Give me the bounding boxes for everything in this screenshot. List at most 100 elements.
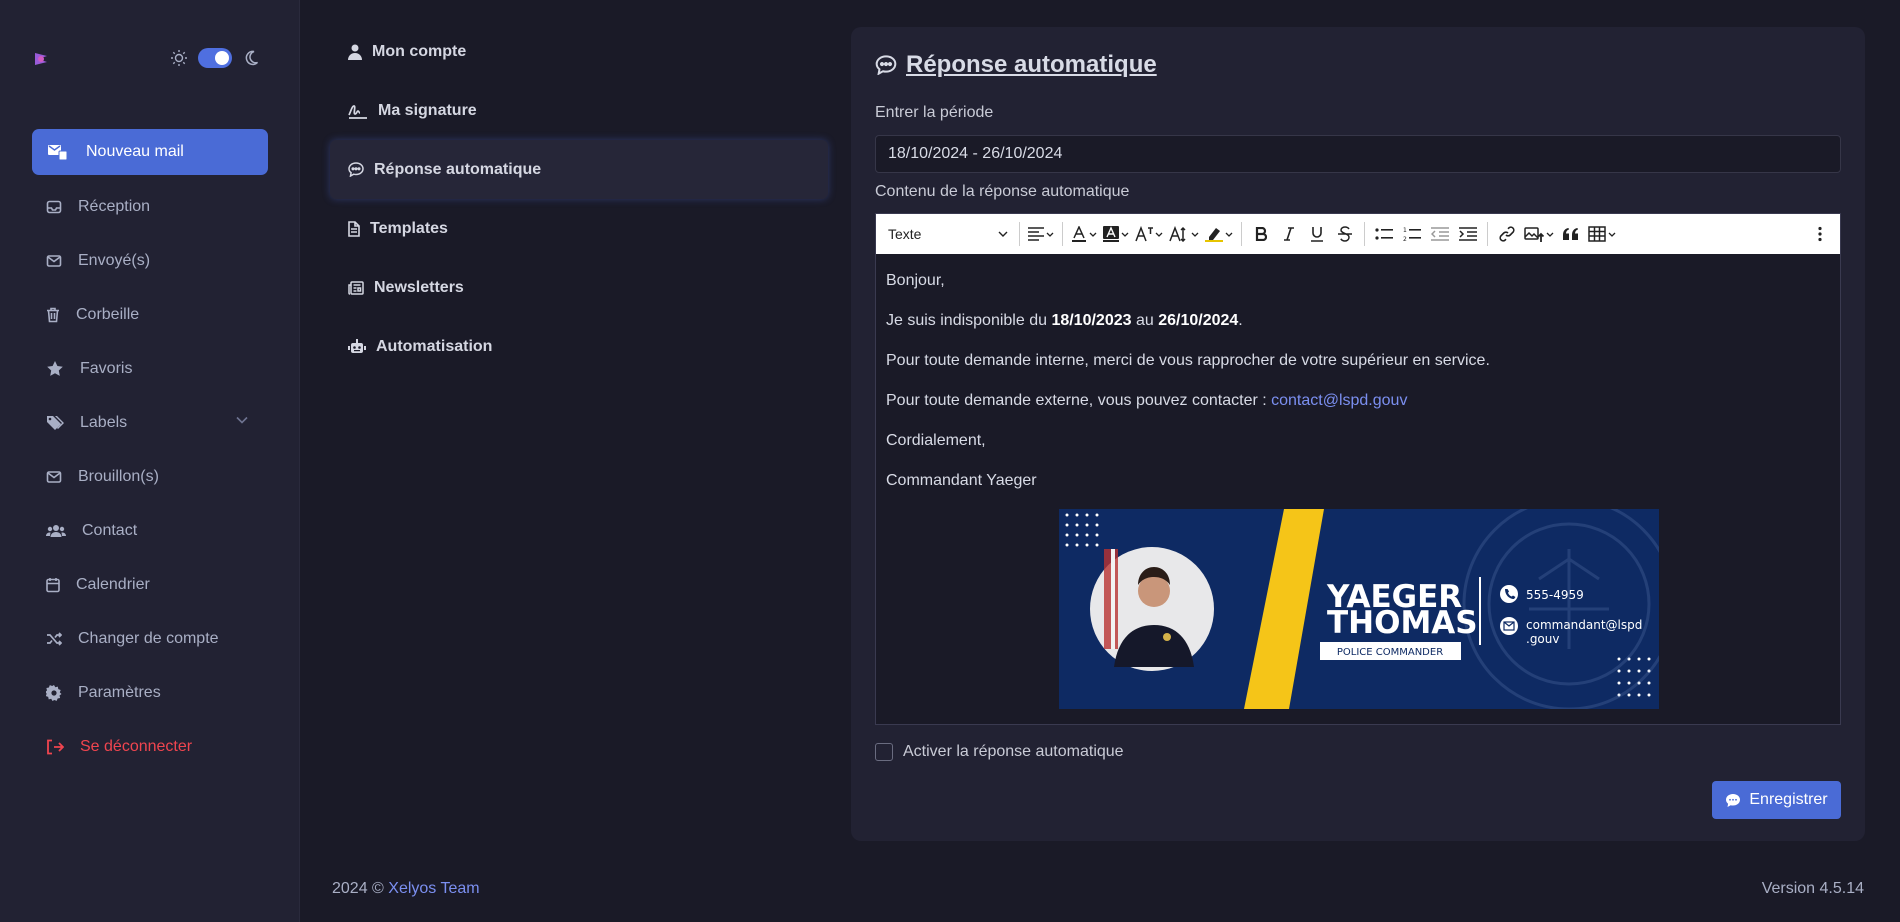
- link-button[interactable]: [1493, 219, 1521, 249]
- bullet-list-button[interactable]: [1370, 219, 1398, 249]
- underline-icon: [1311, 226, 1323, 242]
- underline-button[interactable]: [1303, 219, 1331, 249]
- phone-icon: [1500, 585, 1518, 603]
- sidebar-item-calendar[interactable]: Calendrier: [32, 558, 268, 612]
- sidebar-item-sent[interactable]: Envoyé(s): [32, 234, 268, 288]
- star-icon: [46, 360, 64, 378]
- sidebar-item-label: Envoyé(s): [78, 252, 151, 269]
- highlight-button[interactable]: [1202, 219, 1236, 249]
- svg-text:1: 1: [1403, 227, 1407, 234]
- sidebar-item-favorites[interactable]: Favoris: [32, 342, 268, 396]
- menu-item-account[interactable]: Mon compte: [330, 22, 828, 81]
- users-icon: [46, 523, 66, 539]
- contact-email-link[interactable]: contact@lspd.gouv: [1271, 392, 1407, 409]
- menu-item-label: Réponse automatique: [374, 160, 542, 178]
- sidebar-item-logout[interactable]: Se déconnecter: [32, 720, 268, 774]
- shuffle-icon: [46, 632, 62, 646]
- image-upload-icon: [1524, 226, 1544, 242]
- signature-email-line1: commandant@lspd: [1526, 618, 1642, 632]
- bullet-list-icon: [1375, 227, 1393, 241]
- menu-item-automation[interactable]: Automatisation: [330, 317, 828, 376]
- sidebar-item-drafts[interactable]: Brouillon(s): [32, 450, 268, 504]
- comment-icon: [875, 55, 897, 75]
- team-link[interactable]: Xelyos Team: [388, 880, 479, 897]
- save-button[interactable]: Enregistrer: [1712, 781, 1841, 819]
- toolbar-divider: [1062, 222, 1063, 246]
- align-button[interactable]: [1025, 219, 1057, 249]
- insert-image-button[interactable]: [1521, 219, 1557, 249]
- rich-text-editor: Texte 1 2 Bonjour, Je suis indisponible …: [875, 213, 1841, 725]
- blockquote-button[interactable]: [1557, 219, 1585, 249]
- insert-table-button[interactable]: [1585, 219, 1619, 249]
- sidebar-item-inbox[interactable]: Réception: [32, 180, 268, 234]
- quote-icon: [1563, 228, 1579, 240]
- strikethrough-button[interactable]: [1331, 219, 1359, 249]
- font-size-button[interactable]: [1166, 219, 1202, 249]
- sidebar-item-label: Corbeille: [76, 306, 140, 323]
- auto-reply-card: Réponse automatique Entrer la période Co…: [851, 27, 1865, 841]
- content-label: Contenu de la réponse automatique: [875, 183, 1130, 200]
- chevron-down-icon: [1046, 232, 1054, 237]
- gear-icon: [46, 685, 62, 701]
- sidebar-item-trash[interactable]: Corbeille: [32, 288, 268, 342]
- sidebar-item-settings[interactable]: Paramètres: [32, 666, 268, 720]
- numbered-list-button[interactable]: 12: [1398, 219, 1426, 249]
- menu-item-templates[interactable]: Templates: [330, 199, 828, 258]
- new-mail-button[interactable]: Nouveau mail: [32, 129, 268, 175]
- more-vertical-icon: [1818, 226, 1822, 242]
- indent-button[interactable]: [1454, 219, 1482, 249]
- activate-auto-reply-checkbox[interactable]: [875, 743, 893, 761]
- menu-item-signature[interactable]: Ma signature: [330, 81, 828, 140]
- period-label: Entrer la période: [875, 104, 994, 121]
- sidebar-item-label: Changer de compte: [78, 630, 219, 647]
- calendar-icon: [46, 577, 60, 593]
- activate-auto-reply-row[interactable]: Activer la réponse automatique: [875, 743, 1124, 761]
- signature-phone: 555-4959: [1526, 588, 1584, 602]
- chevron-down-icon[interactable]: [236, 416, 248, 424]
- new-mail-label: Nouveau mail: [86, 143, 184, 160]
- page-title: Réponse automatique: [875, 51, 1157, 79]
- chevron-down-icon: [998, 231, 1008, 237]
- sidebar-item-label: Brouillon(s): [78, 468, 159, 485]
- sidebar-item-label: Contact: [82, 522, 138, 539]
- chevron-down-icon: [1121, 232, 1129, 237]
- italic-icon: [1284, 227, 1294, 241]
- sidebar-item-switch-account[interactable]: Changer de compte: [32, 612, 268, 666]
- trash-icon: [46, 307, 60, 323]
- period-input[interactable]: [875, 135, 1841, 173]
- officer-photo: [1090, 547, 1214, 671]
- app-logo-icon[interactable]: [32, 50, 52, 70]
- end-date: 26/10/2024: [1158, 312, 1239, 329]
- outdent-button[interactable]: [1426, 219, 1454, 249]
- body-line: Pour toute demande externe, vous pouvez …: [886, 392, 1830, 432]
- text-span: .: [1238, 312, 1243, 329]
- menu-item-newsletters[interactable]: Newsletters: [330, 258, 828, 317]
- sidebar-item-labels[interactable]: Labels: [32, 396, 268, 450]
- font-family-button[interactable]: [1132, 219, 1166, 249]
- file-icon: [348, 220, 360, 237]
- text-style-select[interactable]: Texte: [882, 226, 1014, 242]
- signature-icon: [348, 103, 368, 119]
- menu-item-label: Automatisation: [376, 337, 493, 355]
- body-line: Je suis indisponible du 18/10/2023 au 26…: [886, 312, 1830, 352]
- sidebar-item-contact[interactable]: Contact: [32, 504, 268, 558]
- menu-item-auto-reply[interactable]: Réponse automatique: [330, 140, 828, 199]
- more-options-button[interactable]: [1806, 219, 1834, 249]
- chevron-down-icon: [1225, 232, 1233, 237]
- sidebar-item-label: Labels: [80, 414, 128, 431]
- background-color-icon: [1103, 226, 1119, 242]
- signature-last-name: THOMAS: [1327, 605, 1478, 641]
- signature-banner[interactable]: YAEGER THOMAS POLICE COMMANDER 555-4959 …: [1059, 509, 1659, 709]
- editor-content[interactable]: Bonjour, Je suis indisponible du 18/10/2…: [876, 254, 1840, 724]
- italic-button[interactable]: [1275, 219, 1303, 249]
- background-color-button[interactable]: [1100, 219, 1132, 249]
- font-color-icon: [1071, 226, 1087, 242]
- settings-menu: Mon compte Ma signature Réponse automati…: [330, 22, 828, 376]
- theme-toggle[interactable]: [170, 48, 260, 68]
- toolbar-divider: [1364, 222, 1365, 246]
- font-color-button[interactable]: [1068, 219, 1100, 249]
- toolbar-divider: [1019, 222, 1020, 246]
- sidebar-nav: Réception Envoyé(s) Corbeille Favoris La…: [32, 180, 268, 774]
- bold-button[interactable]: [1247, 219, 1275, 249]
- theme-switch[interactable]: [198, 48, 232, 68]
